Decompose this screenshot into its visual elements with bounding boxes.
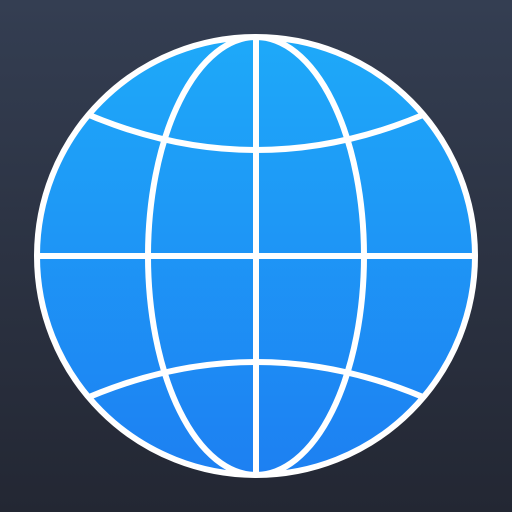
globe-icon [34, 34, 478, 478]
app-icon [0, 0, 512, 512]
